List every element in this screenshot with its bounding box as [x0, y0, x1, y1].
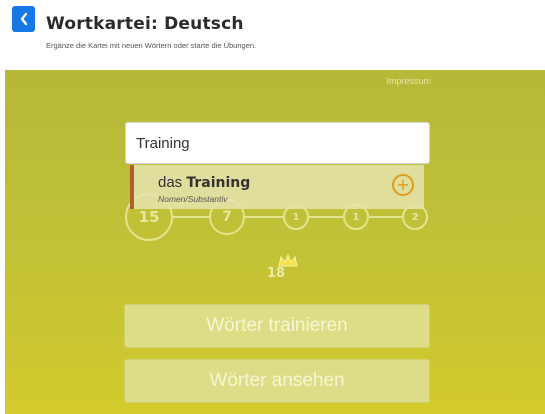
suggestion-noun: Training — [186, 175, 251, 191]
chevron-left-icon — [20, 12, 27, 26]
back-button[interactable] — [12, 6, 35, 32]
progress-connector — [245, 216, 285, 218]
suggestion-item[interactable]: das Training Nomen/Substantiv + — [130, 165, 424, 209]
total-count: 18 — [267, 266, 286, 281]
suggestion-article: das — [158, 174, 187, 191]
add-word-button[interactable]: + — [392, 174, 414, 196]
suggestion-word: das Training — [158, 174, 250, 191]
app-page: Wortkartei: Deutsch Ergänze die Kartei m… — [0, 0, 545, 414]
plus-icon: + — [396, 175, 410, 194]
progress-connector — [173, 216, 211, 218]
train-words-button[interactable]: Wörter trainieren — [124, 304, 430, 348]
progress-connector — [309, 216, 345, 218]
suggestion-type: Nomen/Substantiv — [158, 194, 228, 204]
page-subtitle: Ergänze die Kartei mit neuen Wörtern ode… — [46, 41, 257, 50]
view-words-button[interactable]: Wörter ansehen — [124, 359, 430, 403]
progress-connector — [369, 216, 404, 218]
search-input[interactable] — [125, 122, 430, 164]
page-title: Wortkartei: Deutsch — [46, 14, 244, 34]
